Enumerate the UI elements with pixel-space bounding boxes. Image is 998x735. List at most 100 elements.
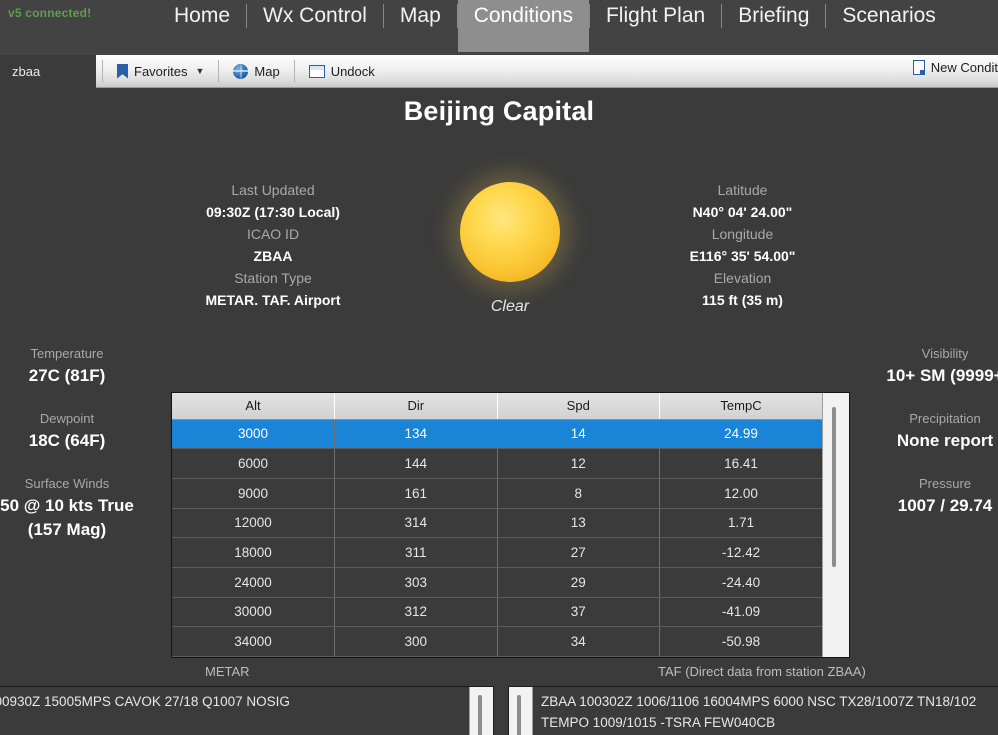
- metar-section-label: METAR: [205, 664, 250, 679]
- table-vertical-scrollbar[interactable]: [822, 393, 849, 657]
- pressure-stat: Pressure 1007 / 29.74: [850, 474, 998, 518]
- taf-scrollbar-thumb[interactable]: [517, 695, 521, 735]
- sky-condition-label: Clear: [490, 298, 530, 315]
- table-cell: 8: [497, 478, 660, 509]
- nav-tab-flight-plan[interactable]: Flight Plan: [590, 0, 721, 52]
- table-row[interactable]: 34000 300 34 -50.98: [172, 626, 822, 657]
- undock-window-icon: [308, 64, 325, 78]
- metar-scrollbar-thumb[interactable]: [478, 695, 482, 735]
- nav-tab-home[interactable]: Home: [158, 0, 246, 52]
- precipitation-stat: Precipitation None report: [850, 409, 998, 453]
- longitude-value: E116° 35' 54.00": [689, 248, 796, 264]
- nav-tab-list: Home Wx Control Map Conditions Flight Plan Br…: [158, 0, 952, 55]
- toolbar-divider-2: [218, 60, 220, 82]
- station-info-left: Last Updated 09:30Z (17:30 Local) ICAO I…: [135, 179, 411, 311]
- chevron-down-icon: ▼: [195, 66, 205, 76]
- table-body: 3000 134 14 24.99 6000 144 12 16.41 9000 161 8 12.0…: [172, 419, 822, 657]
- undock-label: Undock: [330, 63, 375, 79]
- surface-winds-stat: Surface Winds 50 @ 10 kts True (157 Mag): [0, 474, 162, 542]
- dewpoint-label: Dewpoint: [39, 411, 95, 426]
- table-cell: 24000: [172, 567, 335, 598]
- table-cell: 300: [334, 626, 498, 657]
- station-summary-row: Last Updated 09:30Z (17:30 Local) ICAO I…: [0, 127, 998, 315]
- nav-tab-wx-control[interactable]: Wx Control: [247, 0, 383, 52]
- table-cell: 312: [334, 597, 498, 628]
- temperature-value: 27C (81F): [28, 366, 106, 385]
- table-row[interactable]: 30000 312 37 -41.09: [172, 597, 822, 628]
- station-tab-zbaa[interactable]: zbaa: [0, 54, 96, 88]
- new-condition-button[interactable]: New Condit: [912, 60, 998, 75]
- table-row[interactable]: 9000 161 8 12.00: [172, 478, 822, 509]
- table-cell: 14: [497, 419, 660, 450]
- metar-text: 100930Z 15005MPS CAVOK 27/18 Q1007 NOSIG…: [0, 694, 290, 709]
- metar-text-panel[interactable]: 100930Z 15005MPS CAVOK 27/18 Q1007 NOSIG…: [0, 686, 494, 735]
- table-cell: 6000: [172, 448, 335, 479]
- elevation-value: 115 ft (35 m): [702, 292, 783, 308]
- table-column-header[interactable]: Spd: [497, 393, 660, 420]
- nav-tab-conditions[interactable]: Conditions: [457, 0, 589, 52]
- temperature-label: Temperature: [30, 346, 104, 361]
- top-navigation-bar: v5 connected! Home Wx Control Map Condition…: [0, 0, 998, 55]
- table-cell: 1.71: [659, 508, 822, 539]
- latitude-label: Latitude: [717, 182, 768, 198]
- table-column-header[interactable]: TempC: [659, 393, 822, 420]
- nav-tab-scenarios[interactable]: Scenarios: [826, 0, 951, 52]
- table-cell: 303: [334, 567, 498, 598]
- table-cell: 144: [334, 448, 498, 479]
- metar-scrollbar[interactable]: [469, 687, 493, 735]
- precipitation-value: None report: [896, 431, 994, 450]
- table-cell: 12000: [172, 508, 335, 539]
- favorites-label: Favorites: [134, 63, 188, 79]
- table-cell: 16.41: [659, 448, 822, 479]
- station-type-value: METAR. TAF. Airport: [205, 292, 341, 308]
- favorites-button[interactable]: Favorites ▼: [109, 58, 212, 84]
- table-cell: 18000: [172, 537, 335, 568]
- table-scrollbar-thumb[interactable]: [832, 407, 836, 567]
- table-cell: 24.99: [659, 419, 822, 450]
- table-cell: 29: [497, 567, 660, 598]
- new-condition-label: New Condit: [930, 60, 998, 75]
- elevation-label: Elevation: [713, 270, 772, 286]
- table-row[interactable]: 3000 134 14 24.99: [172, 419, 822, 450]
- table-cell: 30000: [172, 597, 335, 628]
- temperature-stat: Temperature 27C (81F): [0, 344, 162, 388]
- undock-button[interactable]: Undock: [301, 58, 383, 84]
- station-tab-label: zbaa: [12, 63, 41, 79]
- table-row[interactable]: 6000 144 12 16.41: [172, 448, 822, 479]
- table-row[interactable]: 18000 311 27 -12.42: [172, 537, 822, 568]
- table-cell: 13: [497, 508, 660, 539]
- table-header-row: Alt Dir Spd TempC: [172, 393, 822, 420]
- sun-icon: [460, 182, 560, 282]
- table-row[interactable]: 24000 303 29 -24.40: [172, 567, 822, 598]
- table-row[interactable]: 12000 314 13 1.71: [172, 508, 822, 539]
- conditions-panel: Beijing Capital Last Updated 09:30Z (17:…: [0, 89, 998, 735]
- latitude-value: N40° 04' 24.00": [692, 204, 793, 220]
- table-header: Alt Dir Spd TempC: [172, 393, 822, 420]
- taf-text-panel[interactable]: ZBAA 100302Z 1006/1106 16004MPS 6000 NSC…: [508, 686, 998, 735]
- table-cell: -50.98: [659, 626, 822, 657]
- table-cell: -12.42: [659, 537, 822, 568]
- map-button[interactable]: Map: [225, 58, 287, 84]
- taf-scrollbar[interactable]: [509, 687, 533, 735]
- nav-tab-map[interactable]: Map: [384, 0, 457, 52]
- pressure-label: Pressure: [918, 476, 972, 491]
- nav-tab-briefing[interactable]: Briefing: [722, 0, 825, 52]
- table-column-header[interactable]: Alt: [172, 393, 335, 420]
- new-document-icon: [912, 60, 925, 75]
- toolbar-divider-1: [102, 60, 103, 82]
- icao-id-value: ZBAA: [253, 248, 293, 264]
- table-cell: 161: [334, 478, 498, 509]
- table-cell: 12: [497, 448, 660, 479]
- table-cell: 34: [497, 626, 660, 657]
- toolbar-divider-3: [293, 60, 295, 82]
- station-info-right: Latitude N40° 04' 24.00" Longitude E116°…: [610, 179, 875, 311]
- connection-status-label: v5 connected!: [8, 6, 92, 20]
- surface-winds-value: 50 @ 10 kts True: [0, 496, 134, 515]
- table-column-header[interactable]: Dir: [334, 393, 498, 420]
- longitude-label: Longitude: [711, 226, 774, 242]
- table-cell: 3000: [172, 419, 335, 450]
- pressure-value: 1007 / 29.74: [897, 496, 993, 515]
- table-cell: 134: [334, 419, 498, 450]
- table-cell: 37: [497, 597, 660, 628]
- dewpoint-value: 18C (64F): [28, 431, 106, 450]
